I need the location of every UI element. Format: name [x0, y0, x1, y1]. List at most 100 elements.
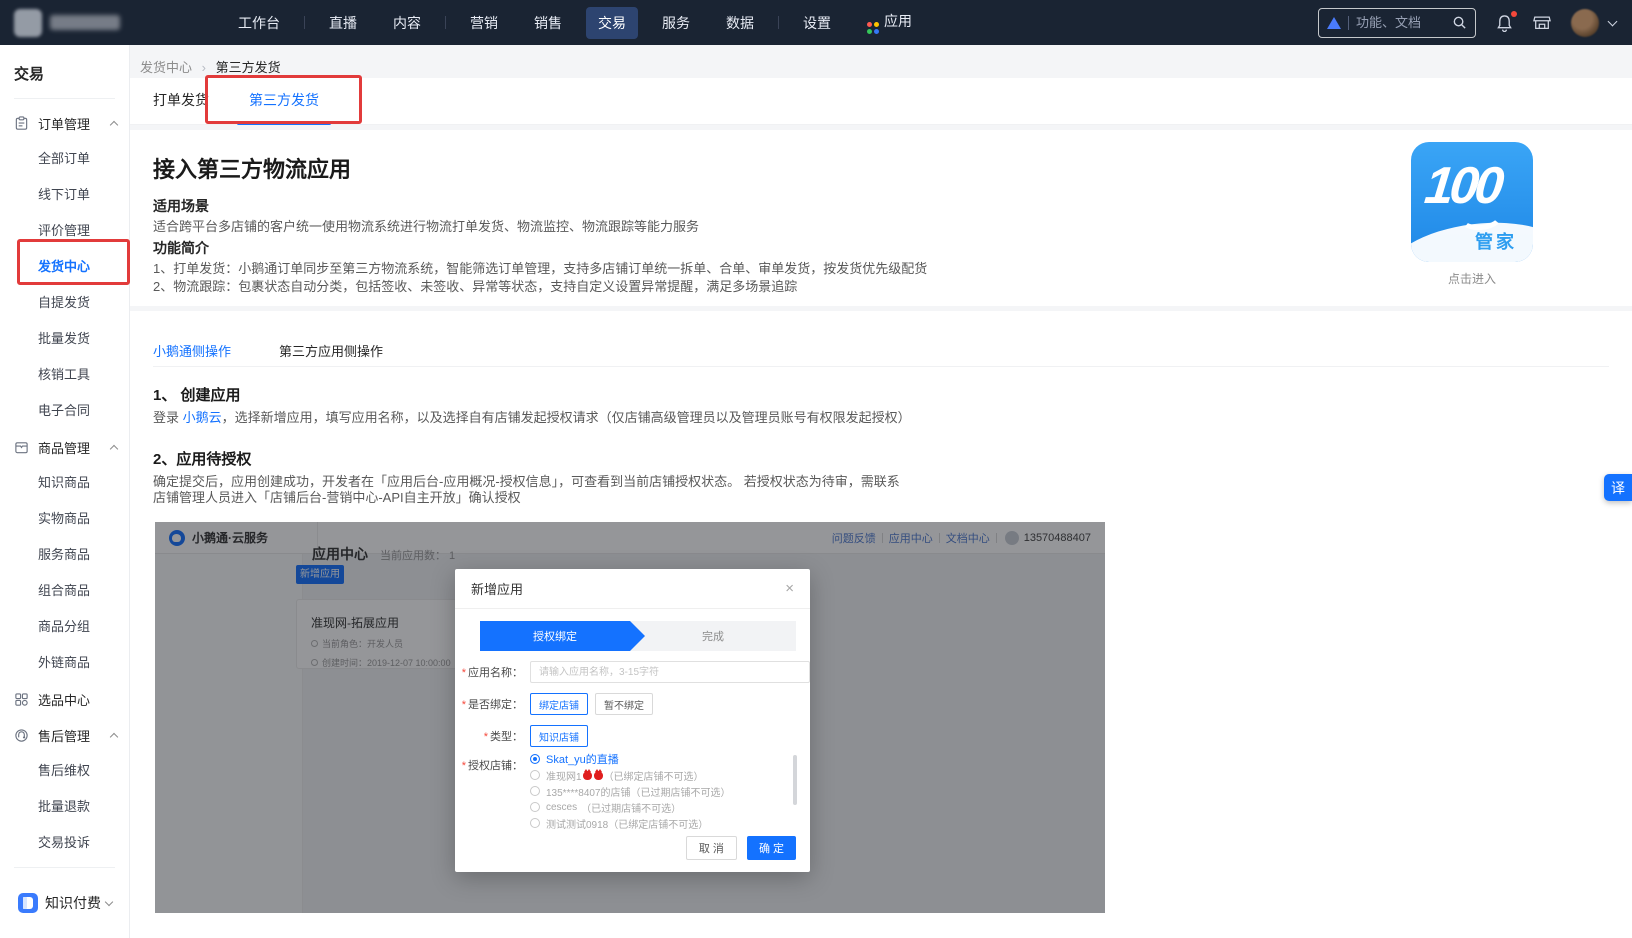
shop-option-label: 准现网1 [546, 768, 582, 783]
sidebar-item-self-pickup[interactable]: 自提发货 [0, 285, 129, 321]
sidebar-item-all-orders[interactable]: 全部订单 [0, 141, 129, 177]
sidebar-group-order-management[interactable]: 订单管理 [0, 105, 129, 141]
sidebar-item-batch-refund[interactable]: 批量退款 [0, 789, 129, 825]
sidebar-item-combo-goods[interactable]: 组合商品 [0, 573, 129, 609]
nav-item-apps-label: 应用 [884, 13, 912, 29]
shop-button[interactable] [1533, 14, 1551, 31]
step1-prefix: 登录 [153, 410, 183, 425]
radio-icon [530, 802, 540, 812]
bind-option-not-now: 暂不绑定 [595, 693, 653, 715]
sidebar: 交易 订单管理 全部订单 线下订单 评价管理 发货中心 自提发货 批量发货 核销… [0, 45, 130, 938]
guide-step1-title: 1、 创建应用 [153, 384, 1609, 405]
breadcrumb-current: 第三方发货 [216, 60, 281, 75]
sidebar-item-shipping-center[interactable]: 发货中心 [0, 249, 129, 285]
shop-option-note: （已过期店铺不可选） [631, 784, 731, 799]
bind-option-bind-shop: 绑定店铺 [530, 693, 588, 715]
tab-third-party-shipping[interactable]: 第三方发货 [249, 78, 319, 125]
radio-icon [530, 786, 540, 796]
shop-option-selected: Skat_yu的直播 [530, 751, 780, 767]
store-logo-redacted [14, 9, 42, 37]
guide-tab-xiaoetong-side[interactable]: 小鹅通侧操作 [153, 341, 231, 366]
search-input[interactable] [1356, 15, 1452, 30]
type-row: *类型： 知识店铺 [455, 725, 588, 747]
chevron-up-icon [110, 120, 118, 128]
sidebar-divider [14, 98, 115, 99]
store-name-redacted [50, 15, 120, 30]
search-icon[interactable] [1452, 15, 1467, 30]
nav-item-content[interactable]: 内容 [381, 7, 433, 39]
sidebar-group-label: 商品管理 [38, 438, 111, 457]
xiaoe-cloud-link[interactable]: 小鹅云 [183, 410, 222, 425]
shops-label: 授权店铺： [468, 760, 523, 772]
sidebar-item-batch-shipping[interactable]: 批量发货 [0, 321, 129, 357]
edition-switcher[interactable]: 知识付费 [10, 884, 120, 922]
breadcrumb-shipping-center[interactable]: 发货中心 [140, 60, 192, 75]
guide-step2-line1: 确定提交后，应用创建成功，开发者在「应用后台-应用概况-授权信息」，可查看到当前… [153, 474, 1609, 489]
sidebar-item-verification-tool[interactable]: 核销工具 [0, 357, 129, 393]
modal-steps: 授权绑定 完成 [480, 621, 796, 651]
logo-brand: 管家 [1475, 228, 1517, 254]
nav-separator [778, 16, 779, 29]
sidebar-item-knowledge-goods[interactable]: 知识商品 [0, 465, 129, 501]
sidebar-item-external-goods[interactable]: 外链商品 [0, 645, 129, 681]
partner-cta[interactable]: 点击进入 [1411, 270, 1533, 287]
sidebar-group-aftersale-management[interactable]: 售后管理 [0, 717, 129, 753]
nav-item-trade[interactable]: 交易 [586, 7, 638, 39]
sidebar-group-product-management[interactable]: 商品管理 [0, 429, 129, 465]
shop-option: cesces （已过期店铺不可选） [530, 799, 780, 815]
sidebar-group-label: 选品中心 [38, 690, 117, 709]
nav-item-apps[interactable]: 应用 [855, 5, 924, 40]
account-chevron-down-icon[interactable] [1608, 16, 1618, 26]
modal-header: 新增应用 × [455, 569, 810, 609]
sidebar-item-goods-grouping[interactable]: 商品分组 [0, 609, 129, 645]
global-search[interactable] [1318, 8, 1476, 38]
nav-item-sales[interactable]: 销售 [522, 7, 574, 39]
chevron-up-icon [110, 732, 118, 740]
sidebar-item-service-goods[interactable]: 服务商品 [0, 537, 129, 573]
search-divider [1348, 16, 1349, 30]
step-authorize-bind: 授权绑定 [480, 621, 630, 651]
type-label: 类型： [490, 731, 523, 743]
nav-item-marketing[interactable]: 营销 [458, 7, 510, 39]
nav-item-settings[interactable]: 设置 [791, 7, 843, 39]
sidebar-item-physical-goods[interactable]: 实物商品 [0, 501, 129, 537]
required-mark: * [462, 760, 466, 772]
required-mark: * [462, 699, 466, 711]
sidebar-item-trade-complaint[interactable]: 交易投诉 [0, 825, 129, 861]
apps-grid-icon [867, 22, 879, 34]
bind-row: *是否绑定： 绑定店铺 暂不绑定 [455, 693, 653, 715]
confirm-button: 确 定 [747, 836, 796, 860]
shop-option-label: 135****8407的店铺 [546, 784, 631, 799]
page-tabs: 打单发货 第三方发货 [130, 78, 1632, 125]
edition-label: 知识付费 [45, 893, 106, 913]
user-avatar[interactable] [1571, 9, 1599, 37]
guide-step1-body: 登录 小鹅云，选择新增应用，填写应用名称，以及选择自有店铺发起授权请求（仅店铺高… [153, 410, 1609, 425]
shop-option-note: （已过期店铺不可选） [581, 800, 681, 815]
sidebar-item-review-management[interactable]: 评价管理 [0, 213, 129, 249]
guide-tab-thirdparty-side[interactable]: 第三方应用侧操作 [279, 341, 383, 366]
sidebar-item-aftersale-rights[interactable]: 售后维权 [0, 753, 129, 789]
tab-print-shipping[interactable]: 打单发货 [153, 78, 209, 125]
notifications-button[interactable] [1496, 14, 1513, 32]
modal-footer: 取 消 确 定 [686, 836, 796, 860]
nav-item-data[interactable]: 数据 [714, 7, 766, 39]
knowledge-pay-icon [18, 893, 38, 913]
nav-item-workbench[interactable]: 工作台 [226, 7, 292, 39]
kuaidi100-logo[interactable]: 100 管家 [1411, 142, 1533, 262]
package-icon [14, 440, 29, 455]
step1-suffix: ，选择新增应用，填写应用名称，以及选择自有店铺发起授权请求（仅店铺高级管理员以及… [222, 410, 911, 425]
nav-item-service[interactable]: 服务 [650, 7, 702, 39]
sidebar-item-offline-orders[interactable]: 线下订单 [0, 177, 129, 213]
storefront-icon [1533, 14, 1551, 31]
sidebar-item-e-contract[interactable]: 电子合同 [0, 393, 129, 429]
required-mark: * [462, 667, 466, 679]
sidebar-item-selection-center[interactable]: 选品中心 [0, 681, 129, 717]
shops-row: *授权店铺： [455, 757, 523, 773]
shop-option-label: Skat_yu的直播 [546, 751, 619, 767]
cancel-button: 取 消 [686, 836, 737, 860]
type-knowledge-shop: 知识店铺 [530, 725, 588, 747]
radio-icon [530, 818, 540, 828]
translate-button[interactable]: 译 [1604, 474, 1632, 501]
nav-item-live[interactable]: 直播 [317, 7, 369, 39]
radio-selected-icon [530, 754, 540, 764]
